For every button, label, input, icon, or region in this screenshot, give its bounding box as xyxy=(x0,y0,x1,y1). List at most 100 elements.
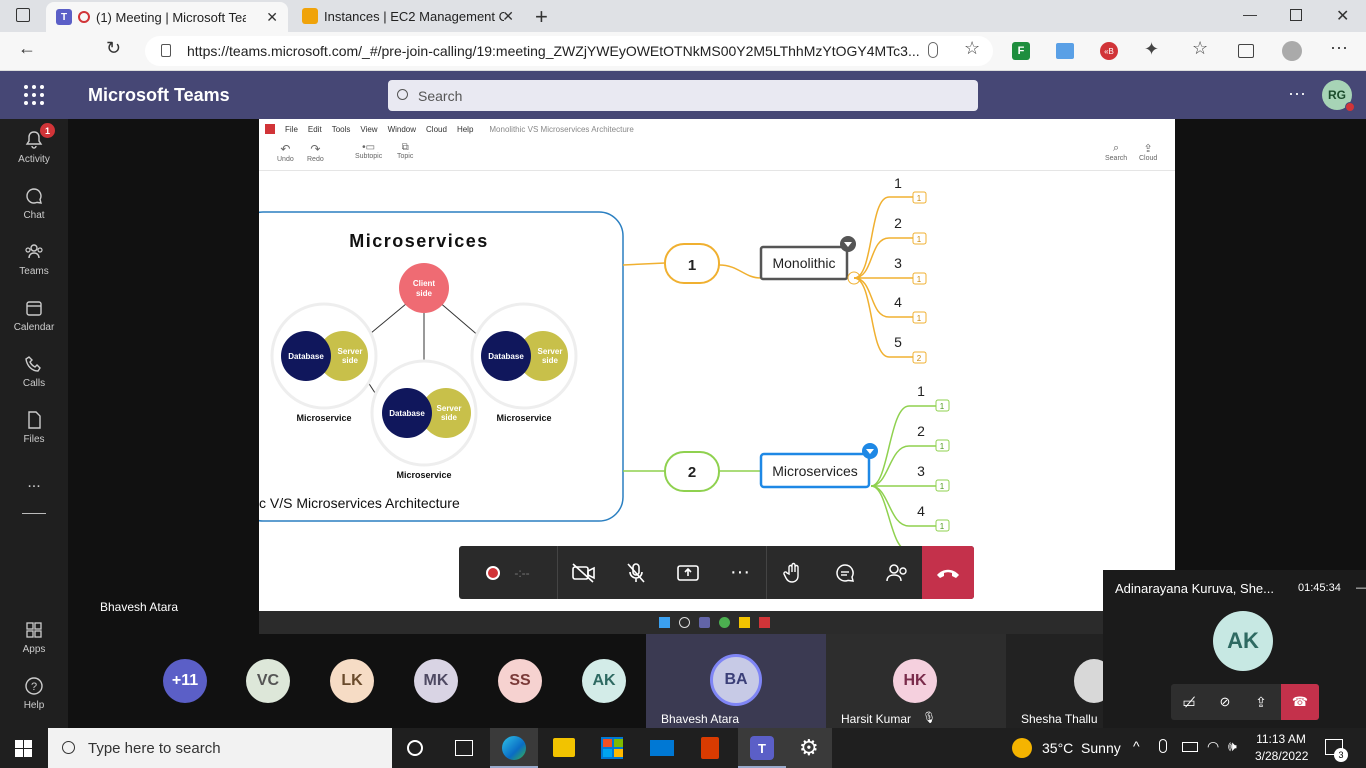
svg-text:1: 1 xyxy=(917,235,922,244)
favorites-icon[interactable]: ☆ xyxy=(1192,38,1208,59)
mini-share-icon[interactable]: ⇪ xyxy=(1243,684,1279,720)
extensions-puzzle-icon[interactable]: ✦ xyxy=(1144,39,1159,60)
store-icon[interactable] xyxy=(601,737,623,759)
app-launcher-icon[interactable] xyxy=(24,85,44,105)
camera-toggle-button[interactable] xyxy=(558,546,610,599)
extension-icon[interactable] xyxy=(1056,43,1074,59)
chat-button[interactable] xyxy=(819,546,871,599)
subtopic-button[interactable]: •▭ Subtopic xyxy=(355,142,382,160)
rail-item-files[interactable]: Files xyxy=(0,399,68,455)
extension-icon[interactable]: F xyxy=(1012,42,1030,60)
participants-button[interactable] xyxy=(871,546,923,599)
close-tab-icon[interactable]: ✕ xyxy=(266,9,278,26)
more-options-icon[interactable]: ··· xyxy=(1288,83,1306,104)
new-tab-icon[interactable]: + xyxy=(535,4,548,30)
task-view-icon[interactable] xyxy=(455,740,473,756)
participant-avatar[interactable]: LK xyxy=(330,659,374,703)
redo-button[interactable]: ↷ Redo xyxy=(307,142,324,163)
taskbar-teams[interactable]: T xyxy=(738,728,786,768)
refresh-icon[interactable]: ↻ xyxy=(106,38,121,59)
mini-mic-off-icon[interactable]: ⊘ xyxy=(1207,684,1243,720)
profile-icon[interactable] xyxy=(1282,41,1302,61)
rail-item-teams[interactable]: Teams xyxy=(0,231,68,287)
menu-cloud[interactable]: Cloud xyxy=(426,125,447,134)
settings-menu-icon[interactable]: ··· xyxy=(1330,37,1348,58)
leave-call-button[interactable] xyxy=(922,546,974,599)
menu-help[interactable]: Help xyxy=(457,125,473,134)
cortana-icon[interactable] xyxy=(407,740,423,756)
close-tab-icon[interactable]: ✕ xyxy=(502,8,514,25)
topic-button[interactable]: ⧉ Topic xyxy=(397,142,413,160)
search-button[interactable]: ⌕ Search xyxy=(1105,142,1127,162)
menu-tools[interactable]: Tools xyxy=(332,125,351,134)
rail-item-chat[interactable]: Chat xyxy=(0,175,68,231)
search-icon: ⌕ xyxy=(1113,142,1120,154)
collections-icon[interactable] xyxy=(1238,44,1254,58)
rail-item-activity[interactable]: Activity 1 xyxy=(0,119,68,175)
participant-tile[interactable]: BA Bhavesh Atara xyxy=(646,634,826,728)
chevron-up-icon[interactable]: ^ xyxy=(1133,738,1140,754)
mini-hang-up-icon[interactable]: ☎ xyxy=(1281,684,1319,720)
clock-time[interactable]: 11:13 AM xyxy=(1255,732,1307,746)
meeting-mini-window[interactable]: Adinarayana Kuruva, She... 01:45:34 — AK… xyxy=(1103,570,1366,728)
undo-button[interactable]: ↶ Undo xyxy=(277,142,294,163)
menu-edit[interactable]: Edit xyxy=(308,125,322,134)
mail-icon[interactable] xyxy=(650,740,674,756)
file-explorer-icon[interactable] xyxy=(553,738,575,757)
rail-item-apps[interactable]: Apps xyxy=(0,609,68,665)
participant-tile[interactable]: HK Harsit Kumar 🎙︎ xyxy=(826,634,1006,728)
rail-label: Activity xyxy=(18,153,50,165)
mini-minimize-icon[interactable]: — xyxy=(1356,582,1366,594)
record-button[interactable]: -:-- xyxy=(459,546,557,599)
rail-item-calendar[interactable]: Calendar xyxy=(0,287,68,343)
participant-avatar[interactable]: MK xyxy=(414,659,458,703)
url-field[interactable]: https://teams.microsoft.com/_#/pre-join-… xyxy=(145,36,993,66)
taskbar-search[interactable]: Type here to search xyxy=(48,728,392,768)
mic-toggle-button[interactable] xyxy=(610,546,662,599)
rail-item-help[interactable]: ? Help xyxy=(0,665,68,721)
search-input[interactable]: Search xyxy=(388,80,978,111)
share-button[interactable] xyxy=(662,546,714,599)
battery-icon[interactable] xyxy=(1182,742,1198,752)
teams-icon xyxy=(699,617,710,628)
menu-file[interactable]: File xyxy=(285,125,298,134)
svg-text:Microservice: Microservice xyxy=(396,470,451,480)
tab-actions-icon[interactable] xyxy=(16,8,30,22)
favorite-star-icon[interactable]: ☆ xyxy=(964,38,980,59)
taskbar-edge[interactable] xyxy=(490,728,538,768)
mic-off-icon xyxy=(627,562,645,583)
weather-sun-icon[interactable] xyxy=(1012,738,1032,758)
extension-icon[interactable]: «B xyxy=(1100,42,1118,60)
participant-avatar[interactable]: SS xyxy=(498,659,542,703)
cloud-button[interactable]: ⇪ Cloud xyxy=(1139,142,1157,162)
microphone-icon[interactable] xyxy=(928,42,938,58)
tab-teams[interactable]: T (1) Meeting | Microsoft Teams ✕ xyxy=(46,2,288,32)
close-window-icon[interactable]: ✕ xyxy=(1336,6,1349,26)
microphone-icon[interactable] xyxy=(1159,739,1167,753)
back-icon[interactable]: ← xyxy=(18,38,36,59)
tab-ec2[interactable]: Instances | EC2 Management Console ✕ xyxy=(292,0,524,32)
raise-hand-button[interactable] xyxy=(767,546,819,599)
menu-view[interactable]: View xyxy=(360,125,377,134)
svg-text:Database: Database xyxy=(389,409,425,418)
mini-camera-off-icon[interactable]: ▭̸ xyxy=(1171,684,1207,720)
rail-item-calls[interactable]: Calls xyxy=(0,343,68,399)
restore-icon[interactable] xyxy=(1290,9,1302,21)
participant-avatar[interactable]: VC xyxy=(246,659,290,703)
minimize-icon[interactable]: — xyxy=(1243,6,1257,22)
clock-date[interactable]: 3/28/2022 xyxy=(1255,749,1308,763)
windows-start-icon[interactable] xyxy=(15,740,32,757)
weather-text[interactable]: 35°C Sunny xyxy=(1042,740,1121,756)
wifi-icon[interactable]: ◠ xyxy=(1207,738,1219,755)
rail-item-more[interactable]: ... xyxy=(0,455,68,511)
user-avatar[interactable]: RG xyxy=(1322,80,1355,112)
participant-tile[interactable]: Shesha Thallu xyxy=(1006,634,1114,728)
volume-icon[interactable]: 🕪︎ xyxy=(1228,738,1237,755)
menu-window[interactable]: Window xyxy=(388,125,416,134)
more-actions-button[interactable]: ··· xyxy=(714,546,766,599)
taskbar-settings[interactable]: ⚙ xyxy=(786,728,832,768)
participant-avatar[interactable]: AK xyxy=(582,659,626,703)
office-icon[interactable] xyxy=(701,737,719,759)
svg-text:4: 4 xyxy=(917,503,925,519)
participant-avatar[interactable]: +11 xyxy=(163,659,207,703)
